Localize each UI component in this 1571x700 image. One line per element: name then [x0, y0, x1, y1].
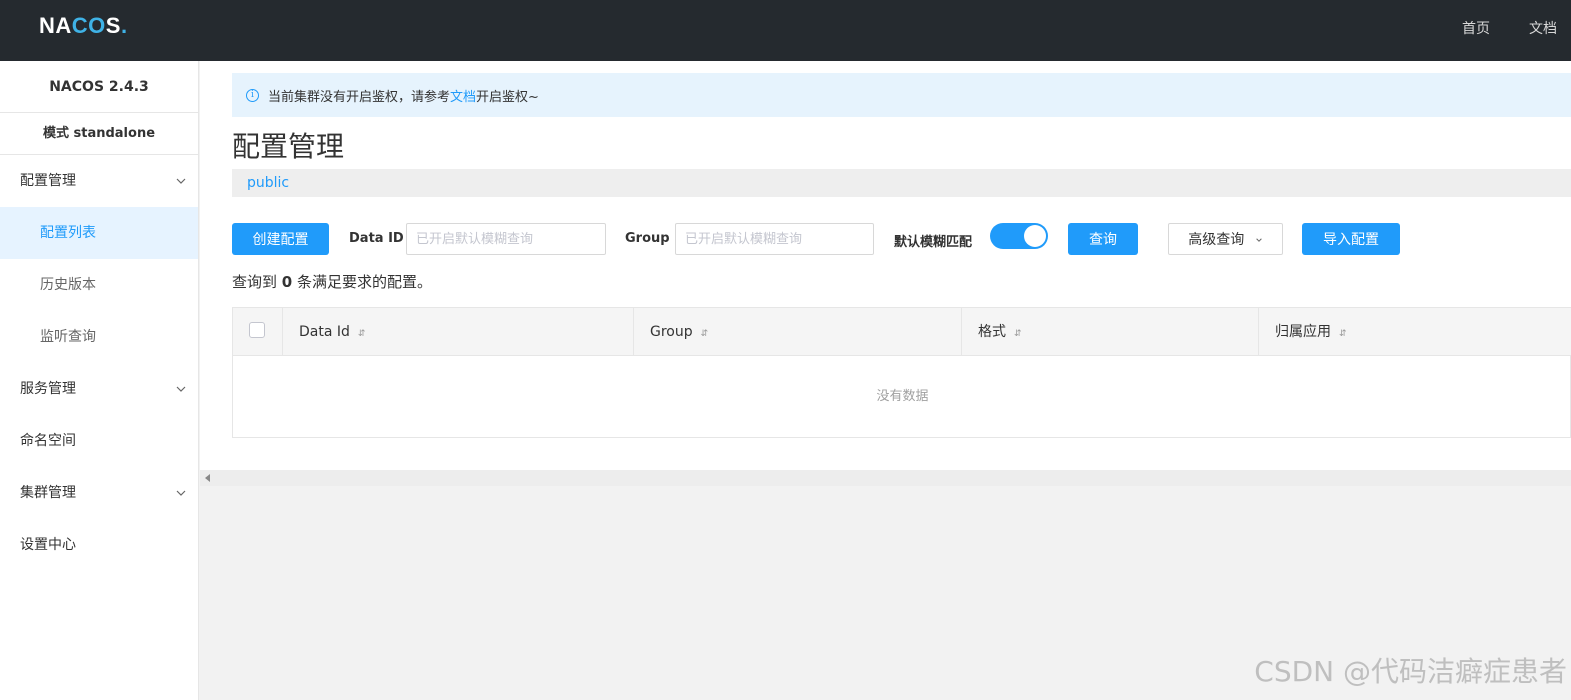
sidebar-item-namespace[interactable]: 命名空间: [0, 415, 198, 467]
logo-text-co: CO: [71, 13, 106, 38]
result-count: 0: [281, 273, 293, 291]
main-content: i 当前集群没有开启鉴权，请参考 文档 开启鉴权~ 配置管理 public 创建…: [200, 61, 1571, 700]
result-suffix: 条满足要求的配置。: [297, 273, 433, 291]
advanced-query-label: 高级查询: [1188, 232, 1245, 248]
column-header-app[interactable]: 归属应用 ⇵: [1259, 308, 1571, 356]
sidebar-item-history[interactable]: 历史版本: [0, 259, 198, 311]
namespace-bar: public: [232, 169, 1571, 197]
sidebar-item-config-list[interactable]: 配置列表: [0, 207, 198, 259]
sidebar-item-label: 配置列表: [40, 225, 96, 241]
page-title: 配置管理: [232, 130, 345, 163]
logo-text-s: S: [105, 13, 121, 38]
column-label: 格式: [978, 324, 1006, 340]
logo-dot: .: [120, 13, 128, 38]
version-label: NACOS 2.4.3: [0, 61, 198, 113]
nav-docs-link[interactable]: 文档: [1529, 18, 1557, 38]
sidebar-item-label: 集群管理: [20, 485, 76, 501]
nav-home-link[interactable]: 首页: [1462, 18, 1490, 38]
chevron-down-icon: [176, 386, 186, 392]
column-label: 归属应用: [1275, 324, 1331, 340]
sidebar-item-settings[interactable]: 设置中心: [0, 519, 198, 571]
sort-icon[interactable]: ⇵: [358, 329, 366, 339]
toggle-knob: [1024, 225, 1046, 247]
import-config-button[interactable]: 导入配置: [1302, 223, 1400, 255]
query-toolbar: 创建配置 Data ID Group 默认模糊匹配 查询 高级查询 导入配置: [232, 223, 1571, 255]
namespace-public-link[interactable]: public: [247, 175, 289, 191]
data-id-input[interactable]: [406, 223, 606, 255]
select-all-cell: [233, 308, 283, 356]
alert-text-before: 当前集群没有开启鉴权，请参考: [268, 89, 451, 105]
column-header-data-id[interactable]: Data Id ⇵: [283, 308, 634, 356]
group-input[interactable]: [675, 223, 874, 255]
sidebar-item-listener-query[interactable]: 监听查询: [0, 311, 198, 363]
mode-label: 模式 standalone: [0, 113, 198, 155]
sidebar-item-cluster-management[interactable]: 集群管理: [0, 467, 198, 519]
table-header: Data Id ⇵ Group ⇵ 格式 ⇵ 归属应用 ⇵: [233, 308, 1571, 356]
top-navbar: NA CO S . 首页 文档: [0, 0, 1571, 61]
top-nav-links: 首页 文档: [1462, 18, 1557, 38]
chevron-down-icon: [176, 178, 186, 184]
logo-text-na: NA: [39, 13, 72, 38]
content-panel: i 当前集群没有开启鉴权，请参考 文档 开启鉴权~ 配置管理 public 创建…: [200, 61, 1571, 470]
query-button[interactable]: 查询: [1068, 223, 1138, 255]
config-table: Data Id ⇵ Group ⇵ 格式 ⇵ 归属应用 ⇵ 没有数据: [232, 307, 1571, 438]
result-summary: 查询到 0 条满足要求的配置。: [232, 271, 432, 292]
sort-icon[interactable]: ⇵: [701, 329, 709, 339]
data-id-label: Data ID: [349, 231, 404, 246]
fuzzy-match-toggle[interactable]: [990, 223, 1048, 249]
advanced-query-button[interactable]: 高级查询: [1168, 223, 1283, 255]
chevron-down-icon: [176, 490, 186, 496]
sidebar-item-label: 配置管理: [20, 173, 76, 189]
alert-text-after: 开启鉴权~: [476, 89, 539, 105]
sidebar-item-service-management[interactable]: 服务管理: [0, 363, 198, 415]
column-header-group[interactable]: Group ⇵: [634, 308, 962, 356]
alert-docs-link[interactable]: 文档: [450, 86, 476, 105]
fuzzy-match-label: 默认模糊匹配: [894, 235, 973, 250]
chevron-down-icon: [1255, 238, 1262, 242]
sidebar-item-config-management[interactable]: 配置管理: [0, 155, 198, 207]
result-prefix: 查询到: [232, 273, 278, 291]
auth-alert: i 当前集群没有开启鉴权，请参考 文档 开启鉴权~: [232, 73, 1571, 117]
column-header-format[interactable]: 格式 ⇵: [962, 308, 1259, 356]
sidebar-item-label: 历史版本: [40, 277, 96, 293]
group-label: Group: [625, 231, 670, 246]
sidebar-item-label: 命名空间: [20, 433, 76, 449]
sort-icon[interactable]: ⇵: [1339, 329, 1347, 339]
sidebar-item-label: 监听查询: [40, 329, 96, 345]
info-icon: i: [246, 88, 259, 102]
sort-icon[interactable]: ⇵: [1014, 329, 1022, 339]
sidebar: NACOS 2.4.3 模式 standalone 配置管理 配置列表 历史版本…: [0, 61, 199, 700]
scroll-left-arrow-icon[interactable]: [205, 474, 210, 482]
table-empty-state: 没有数据: [876, 389, 929, 404]
csdn-watermark: CSDN @代码洁癖症患者: [1254, 655, 1567, 688]
nacos-logo[interactable]: NA CO S .: [39, 13, 128, 38]
column-label: Group: [650, 324, 693, 340]
horizontal-scrollbar[interactable]: [200, 470, 1571, 486]
create-config-button[interactable]: 创建配置: [232, 223, 329, 255]
select-all-checkbox[interactable]: [249, 322, 265, 338]
column-label: Data Id: [299, 324, 350, 340]
sidebar-item-label: 设置中心: [20, 537, 76, 553]
sidebar-item-label: 服务管理: [20, 381, 76, 397]
